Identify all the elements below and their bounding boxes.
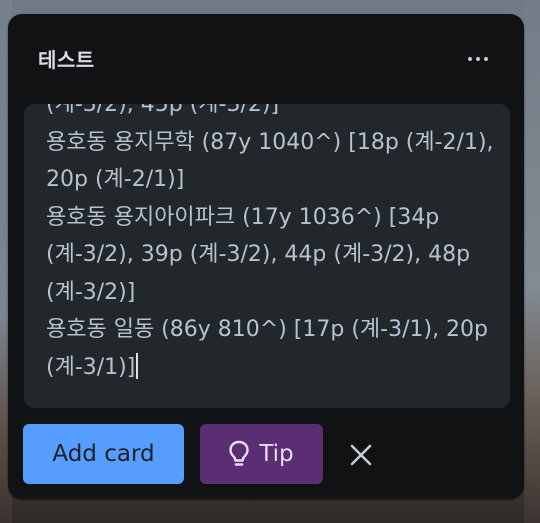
tip-label: Tip — [259, 441, 294, 467]
background-right — [524, 0, 540, 523]
more-horizontal-icon-dot — [476, 57, 480, 61]
card-title-textarea[interactable]: (계-3/2), 45p (계-3/2)] 용호동 용지무학 (87y 1040… — [24, 104, 510, 408]
more-horizontal-icon — [468, 57, 472, 61]
lightbulb-icon — [229, 440, 250, 468]
more-horizontal-icon-dot — [484, 57, 488, 61]
text-caret — [136, 352, 139, 379]
cancel-button[interactable] — [340, 434, 382, 476]
add-card-button[interactable]: Add card — [23, 424, 184, 484]
close-icon — [350, 444, 372, 466]
list-title[interactable]: 테스트 — [38, 44, 95, 73]
tip-button[interactable]: Tip — [200, 424, 323, 484]
card-title-text: (계-3/2), 45p (계-3/2)] 용호동 용지무학 (87y 1040… — [46, 104, 494, 380]
more-options-button[interactable] — [460, 44, 496, 74]
